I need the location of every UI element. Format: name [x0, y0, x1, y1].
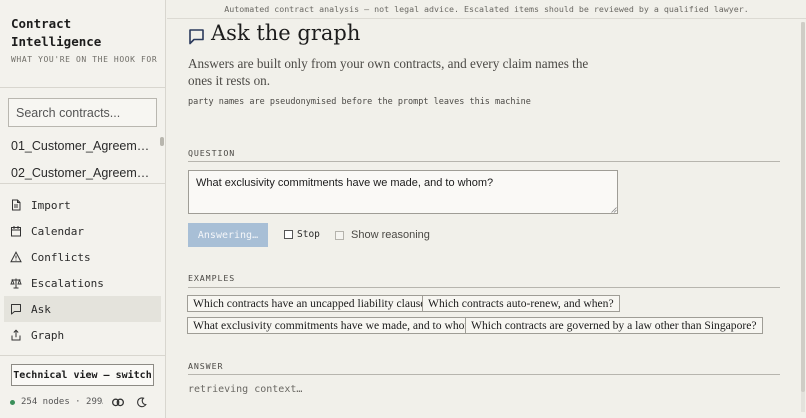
moon-icon[interactable]	[133, 394, 149, 410]
contract-list-item[interactable]: 01_Customer_Agreement...	[11, 136, 151, 156]
example-chip[interactable]: What exclusivity commitments have we mad…	[187, 317, 485, 334]
example-chip[interactable]: Which contracts auto-renew, and when?	[422, 295, 620, 312]
nav-item-calendar[interactable]: Calendar	[4, 218, 161, 244]
nav-item-label: Calendar	[31, 224, 84, 238]
search-input[interactable]	[8, 98, 157, 127]
nav-item-conflicts[interactable]: Conflicts	[4, 244, 161, 270]
link-icon[interactable]	[110, 394, 126, 410]
main-panel: Automated contract analysis — not legal …	[167, 0, 806, 418]
nav-item-escalations[interactable]: Escalations	[4, 270, 161, 296]
show-reasoning-toggle[interactable]: Show reasoning	[335, 229, 430, 241]
show-reasoning-label: Show reasoning	[351, 229, 430, 241]
nav-item-label: Escalations	[31, 276, 104, 290]
nav-item-import[interactable]: Import	[4, 192, 161, 218]
privacy-note: party names are pseudonymised before the…	[188, 97, 531, 107]
nav-item-ask[interactable]: Ask	[4, 296, 161, 322]
divider	[188, 287, 780, 288]
chat-icon	[189, 29, 204, 45]
page-subtitle: Answers are built only from your own con…	[188, 56, 589, 88]
technical-view-button[interactable]: Technical view — switch	[11, 364, 154, 386]
nav-item-label: Ask	[31, 302, 51, 316]
answering-button[interactable]: Answering…	[188, 223, 268, 247]
contract-list-scrollbar[interactable]	[160, 137, 164, 146]
stop-toggle[interactable]: Stop	[284, 229, 320, 240]
resize-handle-icon[interactable]	[611, 207, 617, 213]
graph-stats: 254 nodes · 299…	[21, 397, 103, 407]
divider	[188, 161, 780, 162]
calendar-icon	[11, 226, 21, 237]
stop-checkbox[interactable]	[284, 230, 293, 239]
examples-label: EXAMPLES	[188, 273, 236, 283]
brand-title: Contract Intelligence	[11, 16, 102, 49]
sidebar: Contract Intelligence WHAT YOU'RE ON THE…	[0, 0, 166, 418]
nav-item-graph[interactable]: Graph	[4, 322, 161, 348]
page-title: Ask the graph	[211, 21, 361, 45]
legal-disclaimer: Automated contract analysis — not legal …	[224, 4, 749, 14]
status-dot	[10, 399, 15, 405]
divider	[188, 374, 780, 375]
divider	[0, 355, 165, 356]
status-bar: 254 nodes · 299…	[10, 394, 162, 410]
example-chip[interactable]: Which contracts are governed by a law ot…	[465, 317, 763, 334]
divider	[0, 87, 165, 88]
nav-item-label: Import	[31, 198, 71, 212]
answer-status: retrieving context…	[188, 384, 303, 395]
show-reasoning-checkbox[interactable]	[335, 230, 344, 240]
document-icon	[12, 199, 21, 211]
answer-label: ANSWER	[188, 361, 224, 371]
divider	[167, 18, 806, 19]
page-scrollbar-thumb[interactable]	[801, 22, 805, 392]
stop-label: Stop	[297, 229, 320, 240]
divider	[0, 183, 165, 184]
share-icon	[11, 329, 21, 341]
warning-icon	[10, 251, 22, 263]
chat-icon	[11, 304, 21, 315]
nav-item-label: Graph	[31, 328, 65, 342]
example-chip[interactable]: Which contracts have an uncapped liabili…	[187, 295, 437, 312]
scales-icon	[10, 278, 22, 289]
contract-list-item[interactable]: 02_Customer_Agreement...	[11, 163, 151, 183]
question-input[interactable]	[188, 170, 618, 214]
brand-tagline: WHAT YOU'RE ON THE HOOK FOR	[11, 55, 158, 64]
question-label: QUESTION	[188, 148, 236, 158]
nav-item-label: Conflicts	[31, 250, 91, 264]
